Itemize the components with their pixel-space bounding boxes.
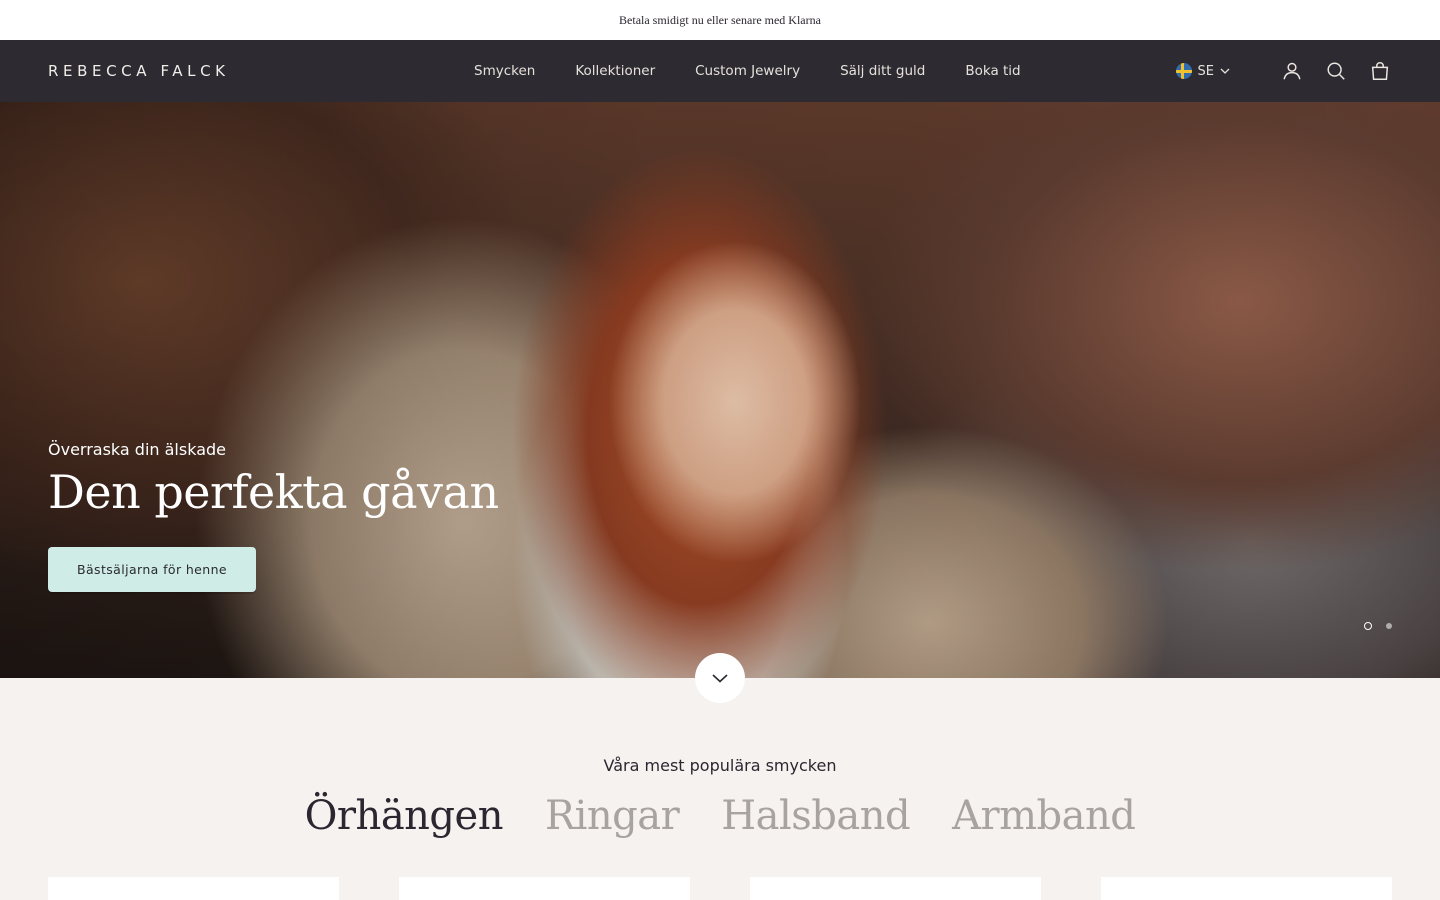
site-header: REBECCA FALCK Smycken Kollektioner Custo… bbox=[0, 40, 1440, 102]
product-card[interactable] bbox=[48, 877, 339, 900]
nav-item-boka-tid[interactable]: Boka tid bbox=[965, 63, 1020, 79]
slideshow-dots bbox=[1364, 622, 1392, 630]
tab-ringar[interactable]: Ringar bbox=[545, 793, 680, 839]
tab-halsband[interactable]: Halsband bbox=[721, 793, 910, 839]
locale-label: SE bbox=[1197, 63, 1214, 79]
header-actions: SE bbox=[1175, 40, 1392, 102]
search-icon[interactable] bbox=[1324, 59, 1348, 83]
product-card[interactable] bbox=[1101, 877, 1392, 900]
slide-dot-2[interactable] bbox=[1386, 623, 1392, 629]
category-tabs: Örhängen Ringar Halsband Armband bbox=[0, 793, 1440, 839]
product-card[interactable] bbox=[750, 877, 1041, 900]
nav-item-salj-ditt-guld[interactable]: Sälj ditt guld bbox=[840, 63, 925, 79]
slide-dot-1[interactable] bbox=[1364, 622, 1372, 630]
hero-subtitle: Överraska din älskade bbox=[48, 440, 226, 459]
hero-banner: Överraska din älskade Den perfekta gåvan… bbox=[0, 102, 1440, 678]
tab-armband[interactable]: Armband bbox=[952, 793, 1136, 839]
product-grid bbox=[0, 877, 1440, 900]
popular-subtitle: Våra mest populära smycken bbox=[603, 756, 837, 775]
nav-item-kollektioner[interactable]: Kollektioner bbox=[575, 63, 655, 79]
logo[interactable]: REBECCA FALCK bbox=[48, 62, 230, 80]
chevron-down-icon bbox=[712, 674, 728, 683]
account-icon[interactable] bbox=[1280, 59, 1304, 83]
tab-orhangen[interactable]: Örhängen bbox=[305, 793, 504, 839]
hero-title: Den perfekta gåvan bbox=[48, 465, 499, 519]
cart-icon[interactable] bbox=[1368, 59, 1392, 83]
nav-item-custom-jewelry[interactable]: Custom Jewelry bbox=[695, 63, 800, 79]
chevron-down-icon bbox=[1220, 68, 1230, 74]
announcement-bar: Betala smidigt nu eller senare med Klarn… bbox=[0, 0, 1440, 40]
scroll-down-button[interactable] bbox=[695, 653, 745, 703]
nav-item-smycken[interactable]: Smycken bbox=[474, 63, 535, 79]
hero-content: Överraska din älskade Den perfekta gåvan… bbox=[48, 440, 499, 592]
swedish-flag-icon bbox=[1175, 63, 1192, 79]
locale-selector[interactable]: SE bbox=[1175, 63, 1230, 79]
announcement-text: Betala smidigt nu eller senare med Klarn… bbox=[619, 12, 821, 27]
main-nav: Smycken Kollektioner Custom Jewelry Sälj… bbox=[474, 40, 1021, 102]
product-card[interactable] bbox=[399, 877, 690, 900]
hero-cta-button[interactable]: Bästsäljarna för henne bbox=[48, 547, 257, 592]
popular-section: Våra mest populära smycken Örhängen Ring… bbox=[0, 678, 1440, 900]
